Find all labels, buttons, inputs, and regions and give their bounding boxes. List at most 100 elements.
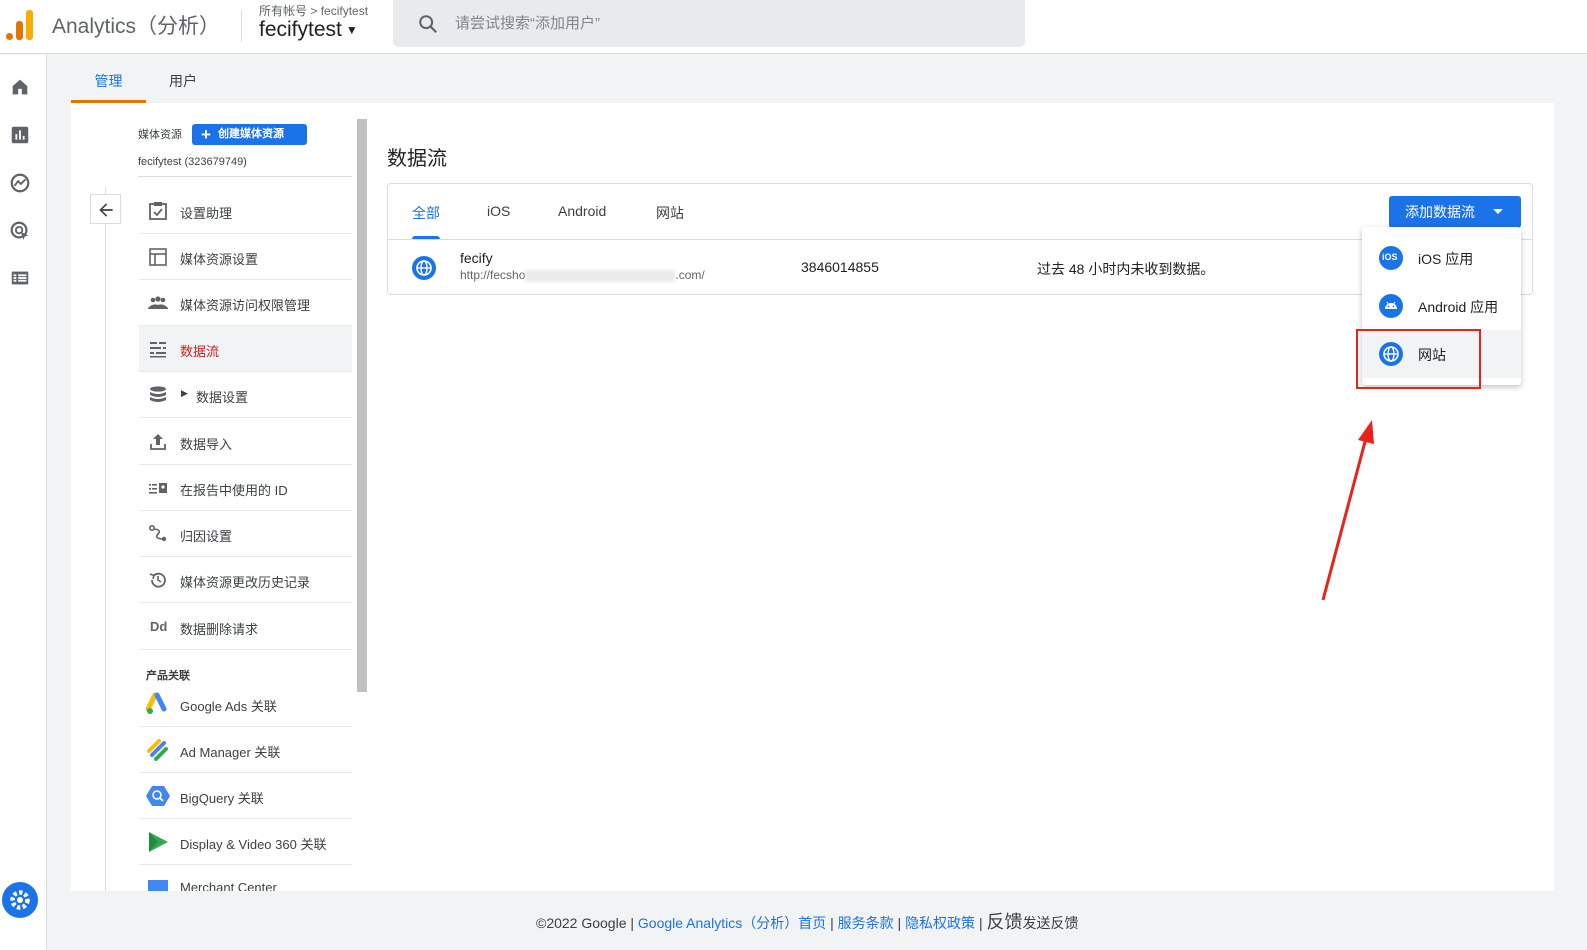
redacted-text bbox=[525, 269, 676, 282]
footer-separator: | bbox=[830, 915, 834, 931]
explore-icon[interactable] bbox=[9, 172, 31, 194]
nav-label: BigQuery 关联 bbox=[180, 791, 264, 806]
property-header-label: 媒体资源 bbox=[138, 129, 182, 141]
nav-item-ad-manager[interactable]: Ad Manager 关联 bbox=[139, 727, 352, 773]
configure-icon[interactable] bbox=[9, 267, 31, 289]
footer-separator: | bbox=[897, 915, 902, 931]
dv360-icon bbox=[149, 832, 168, 852]
nav-label: 数据设置 bbox=[196, 390, 249, 405]
data-deletion-icon: Dd bbox=[150, 619, 168, 634]
nav-item-data-deletion[interactable]: Dd 数据删除请求 bbox=[139, 604, 352, 650]
footer-link-privacy[interactable]: 隐私权政策 bbox=[905, 915, 975, 931]
advertising-icon[interactable] bbox=[9, 220, 31, 242]
database-icon bbox=[150, 386, 166, 402]
stream-url-end: .com/ bbox=[675, 268, 705, 282]
footer-link-home[interactable]: Google Analytics（分析）首页 bbox=[638, 915, 826, 931]
nav-label: Merchant Center bbox=[180, 880, 277, 891]
nav-label: 在报告中使用的 ID bbox=[180, 483, 288, 498]
property-settings-icon bbox=[149, 248, 167, 266]
feedback-overlay[interactable]: 反馈 bbox=[986, 912, 1022, 932]
nav-item-data-settings[interactable]: ▶ 数据设置 bbox=[139, 372, 352, 418]
stream-url-start: http://fecsho bbox=[460, 268, 526, 282]
nav-item-attribution-settings[interactable]: 归因设置 bbox=[139, 511, 352, 557]
menu-item-label: Android 应用 bbox=[1418, 299, 1499, 315]
google-ads-icon bbox=[146, 692, 167, 714]
breadcrumb-root[interactable]: 所有帐号 bbox=[259, 4, 307, 18]
merchant-center-icon bbox=[148, 880, 168, 891]
analytics-logo-icon[interactable] bbox=[6, 8, 34, 40]
nav-label: 数据流 bbox=[180, 344, 220, 359]
menu-item-android-app[interactable]: Android 应用 bbox=[1362, 282, 1521, 330]
footer-link-terms[interactable]: 服务条款 bbox=[838, 915, 894, 931]
tab-android[interactable]: Android bbox=[558, 184, 606, 239]
checklist-icon bbox=[149, 202, 167, 220]
reports-icon[interactable] bbox=[9, 124, 31, 146]
ios-icon-label: iOS bbox=[1382, 252, 1398, 262]
gear-icon[interactable] bbox=[2, 882, 38, 918]
nav-item-property-settings[interactable]: 媒体资源设置 bbox=[139, 234, 352, 280]
people-icon bbox=[148, 296, 168, 309]
back-button[interactable] bbox=[90, 194, 121, 224]
search-input[interactable] bbox=[455, 12, 995, 34]
globe-icon bbox=[412, 256, 436, 280]
top-bar: Analytics（分析） 所有帐号 > fecifytest fecifyte… bbox=[0, 0, 1587, 54]
create-property-button[interactable]: + 创建媒体资源 bbox=[192, 124, 307, 145]
nav-label: Display & Video 360 关联 bbox=[180, 837, 327, 852]
tab-admin[interactable]: 管理 bbox=[71, 60, 146, 103]
divider bbox=[241, 10, 242, 42]
divider bbox=[138, 176, 352, 177]
arrow-back-icon bbox=[99, 203, 113, 217]
account-switcher[interactable]: fecifytest ▼ bbox=[259, 18, 358, 42]
nav-item-property-access[interactable]: 媒体资源访问权限管理 bbox=[139, 280, 352, 326]
android-icon bbox=[1379, 294, 1403, 318]
plus-icon: + bbox=[201, 125, 211, 144]
menu-item-label: iOS 应用 bbox=[1418, 251, 1474, 267]
breadcrumb[interactable]: 所有帐号 > fecifytest bbox=[259, 2, 368, 19]
nav-item-merchant-center[interactable]: Merchant Center bbox=[139, 865, 352, 891]
send-feedback-link[interactable]: 发送反馈 bbox=[1022, 915, 1078, 931]
tab-web[interactable]: 网站 bbox=[656, 184, 684, 239]
column-divider bbox=[105, 187, 106, 891]
scrollbar[interactable] bbox=[357, 119, 367, 692]
nav-item-data-streams[interactable]: 数据流 bbox=[139, 326, 352, 372]
bigquery-icon bbox=[146, 786, 170, 806]
nav-item-data-import[interactable]: 数据导入 bbox=[139, 419, 352, 465]
tab-users[interactable]: 用户 bbox=[151, 60, 215, 103]
app-title: Analytics（分析） bbox=[52, 15, 221, 38]
nav-item-bigquery[interactable]: BigQuery 关联 bbox=[139, 773, 352, 819]
add-stream-button[interactable]: 添加数据流 bbox=[1389, 196, 1521, 228]
search-box[interactable] bbox=[393, 0, 1025, 47]
history-icon bbox=[149, 572, 166, 588]
stream-name: fecify bbox=[460, 250, 493, 266]
search-icon bbox=[419, 15, 438, 34]
home-icon[interactable] bbox=[9, 76, 31, 98]
annotation-arrow bbox=[1321, 420, 1374, 601]
nav-label: 数据删除请求 bbox=[180, 622, 259, 637]
nav-label: 媒体资源访问权限管理 bbox=[180, 298, 311, 313]
data-streams-icon bbox=[150, 342, 166, 358]
breadcrumb-account[interactable]: fecifytest bbox=[321, 4, 368, 18]
nav-item-display-video-360[interactable]: Display & Video 360 关联 bbox=[139, 819, 352, 865]
caret-down-icon bbox=[1493, 209, 1503, 214]
nav-item-google-ads[interactable]: Google Ads 关联 bbox=[139, 681, 352, 727]
stream-row[interactable]: fecify http://fecsho .com/ 3846014855 过去 … bbox=[388, 240, 1532, 295]
footer: ©2022 Google | Google Analytics（分析）首页 | … bbox=[536, 908, 1078, 934]
reporting-id-icon bbox=[149, 483, 167, 494]
left-nav-rail bbox=[0, 55, 47, 950]
menu-item-ios-app[interactable]: iOS iOS 应用 bbox=[1362, 234, 1521, 282]
annotation-highlight-box bbox=[1356, 329, 1481, 389]
tab-ios[interactable]: iOS bbox=[487, 184, 510, 239]
nav-item-reporting-identity[interactable]: 在报告中使用的 ID bbox=[139, 465, 352, 511]
nav-item-change-history[interactable]: 媒体资源更改历史记录 bbox=[139, 557, 352, 603]
nav-label: 媒体资源更改历史记录 bbox=[180, 575, 311, 590]
caret-right-icon[interactable]: ▶ bbox=[181, 388, 188, 399]
copyright: ©2022 Google | bbox=[536, 915, 635, 931]
footer-separator: | bbox=[978, 915, 983, 931]
account-name: fecifytest bbox=[259, 18, 342, 41]
upload-icon bbox=[150, 434, 166, 450]
property-selector[interactable]: fecifytest (323679749) bbox=[138, 156, 247, 168]
nav-item-setup-assistant[interactable]: 设置助理 bbox=[139, 188, 352, 234]
chevron-down-icon: ▼ bbox=[345, 23, 358, 38]
page-title: 数据流 bbox=[387, 148, 447, 170]
tab-all[interactable]: 全部 bbox=[412, 184, 440, 239]
